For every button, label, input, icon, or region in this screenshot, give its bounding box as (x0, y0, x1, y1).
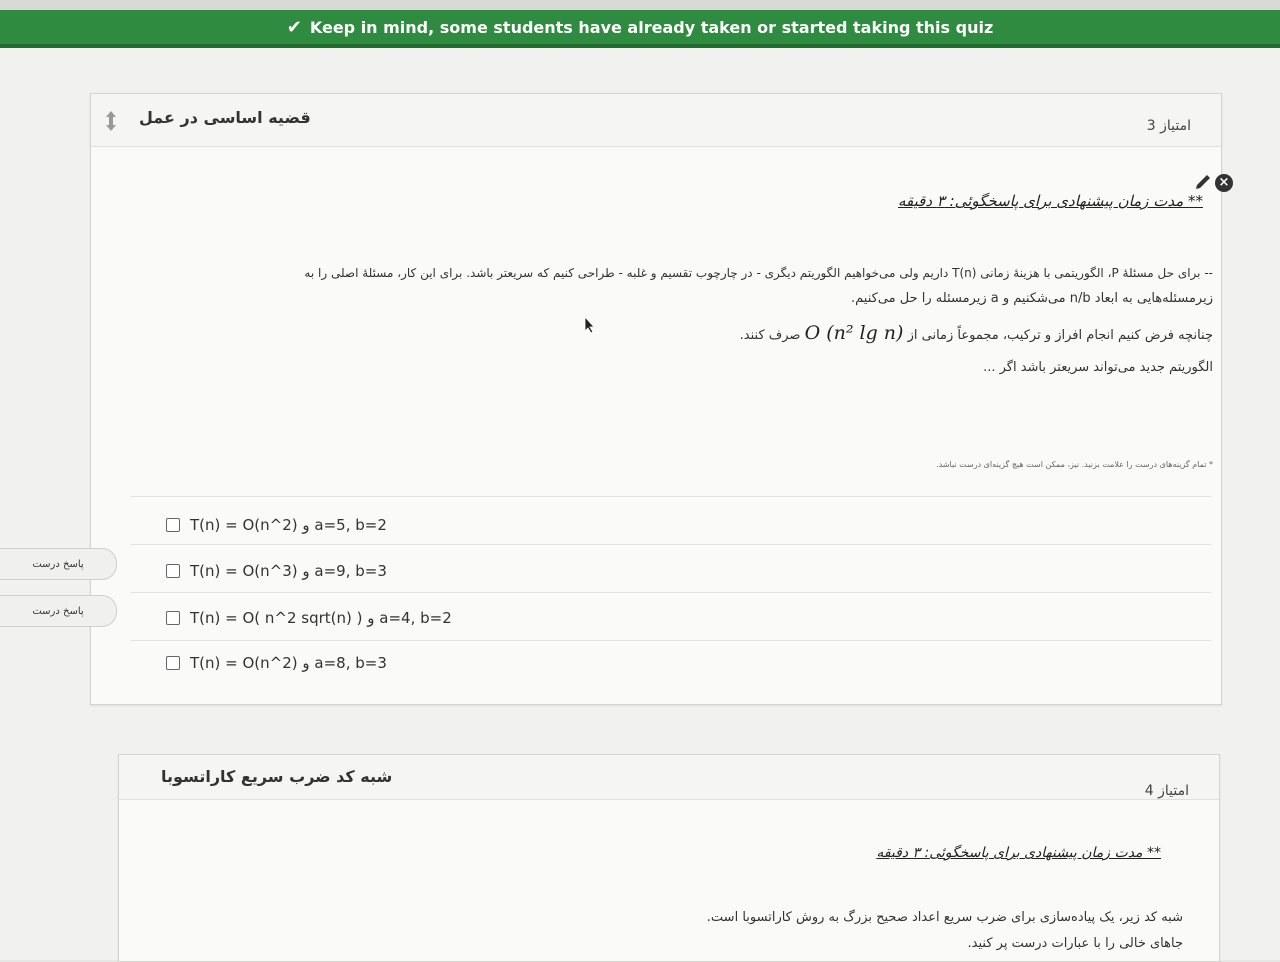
correct-answer-tag: پاسخ درست (0, 548, 117, 580)
body-line-2: جاهای خالی را با عبارات درست پر کنید. (967, 936, 1183, 951)
answer-option-4[interactable]: T(n) = O(n^2) و a=8, b=3 (166, 648, 387, 678)
mouse-cursor (584, 316, 595, 334)
question-card-2: شبه کد ضرب سریع کاراتسوبا امتیاز 4 ** مد… (118, 754, 1220, 962)
question-header: شبه کد ضرب سریع کاراتسوبا امتیاز 4 (119, 755, 1219, 800)
move-handle-icon[interactable] (103, 110, 119, 132)
body-line-3: چنانچه فرض کنیم انجام افراز و ترکیب، مجم… (113, 320, 1213, 349)
suggested-time-note: ** مدت زمان پیشنهادی برای پاسخگوئی: ۳ دق… (898, 192, 1203, 210)
correct-answer-tag: پاسخ درست (0, 595, 117, 627)
answer-divider (131, 592, 1211, 593)
body-line-2: زیرمسئله‌هایی به ابعاد n/b می‌شکنیم و a … (851, 291, 1213, 306)
body-line-1: شبه کد زیر، یک پیاده‌سازی برای ضرب سریع … (706, 910, 1183, 925)
question-body: شبه کد زیر، یک پیاده‌سازی برای ضرب سریع … (143, 905, 1183, 957)
question-points: امتیاز 4 (1144, 783, 1189, 799)
answer-option-2[interactable]: T(n) = O(n^3) و a=9, b=3 (166, 556, 387, 586)
answer-checkbox[interactable] (166, 564, 180, 578)
close-circle-icon[interactable]: × (1215, 174, 1233, 192)
body-line-4: الگوریتم جدید می‌تواند سریعتر باشد اگر .… (983, 360, 1213, 375)
body-line-1: -- برای حل مسئلهٔ P، الگوریتمی با هزینهٔ… (304, 266, 1213, 280)
answer-label: T(n) = O(n^2) و a=8, b=3 (190, 654, 387, 672)
banner-text: Keep in mind, some students have already… (309, 17, 994, 37)
answers-divider (131, 496, 1211, 497)
complexity-formula: O (n² lg n) (804, 322, 904, 344)
question-title: قضیه اساسی در عمل (139, 108, 311, 127)
suggested-time-note: ** مدت زمان پیشنهادی برای پاسخگوئی: ۳ دق… (876, 845, 1161, 861)
question-title: شبه کد ضرب سریع کاراتسوبا (161, 767, 393, 786)
pencil-icon[interactable] (1193, 172, 1213, 192)
body-line-3-suffix: صرف کنند. (739, 328, 801, 343)
answer-label: T(n) = O( n^2 sqrt(n) ) و a=4, b=2 (190, 609, 452, 627)
answer-option-3[interactable]: T(n) = O( n^2 sqrt(n) ) و a=4, b=2 (166, 603, 452, 633)
body-line-3-text: چنانچه فرض کنیم انجام افراز و ترکیب، مجم… (907, 328, 1213, 343)
selection-instruction: * تمام گزینه‌های درست را علامت بزنید. نی… (936, 460, 1213, 469)
top-strip (0, 0, 1280, 10)
quiz-warning-banner: ✔ Keep in mind, some students have alrea… (0, 10, 1280, 48)
question-header: قضیه اساسی در عمل امتیاز 3 (91, 94, 1221, 147)
answer-checkbox[interactable] (166, 611, 180, 625)
answer-divider (131, 544, 1211, 545)
check-icon: ✔ (286, 16, 302, 38)
answer-checkbox[interactable] (166, 656, 180, 670)
answer-label: T(n) = O(n^2) و a=5, b=2 (190, 516, 387, 534)
answer-label: T(n) = O(n^3) و a=9, b=3 (190, 562, 387, 580)
question-body: -- برای حل مسئلهٔ P، الگوریتمی با هزینهٔ… (113, 260, 1213, 381)
answer-divider (131, 640, 1211, 641)
answer-option-1[interactable]: T(n) = O(n^2) و a=5, b=2 (166, 510, 387, 540)
answer-checkbox[interactable] (166, 518, 180, 532)
question-points: امتیاز 3 (1146, 118, 1191, 134)
